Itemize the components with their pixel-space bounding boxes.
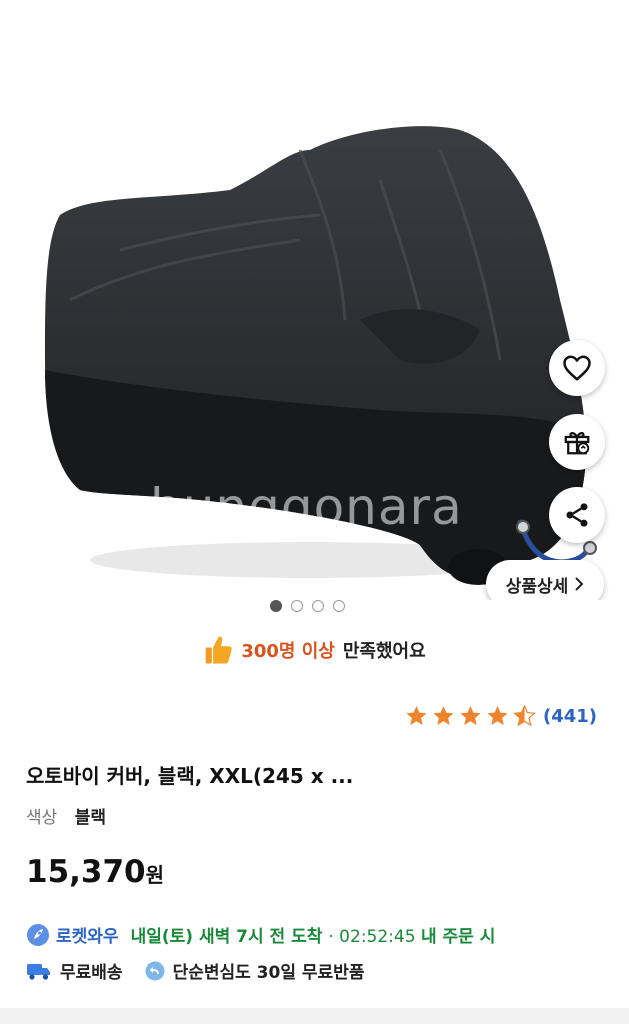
product-detail-button[interactable]: 상품상세 [486, 560, 604, 600]
product-title[interactable]: 오토바이 커버, 블랙, XXL(245 x ... [26, 760, 353, 789]
rocket-icon [27, 923, 49, 946]
product-detail-label: 상품상세 [505, 576, 569, 597]
product-image-area[interactable]: bunggonara 상품상세 [0, 0, 629, 600]
order-condition: 내 주문 시 [420, 927, 496, 947]
carousel-dot[interactable] [333, 600, 345, 612]
wishlist-button[interactable] [549, 340, 605, 396]
share-button[interactable] [549, 487, 605, 543]
review-count[interactable]: (441) [543, 706, 597, 727]
rocket-wow-label: 로켓와우 [56, 927, 119, 947]
satisfaction-text: 만족했어요 [342, 641, 426, 662]
star-icon [406, 706, 427, 725]
star-rating [404, 704, 537, 728]
truck-icon [27, 963, 50, 980]
half-star-icon [513, 704, 536, 727]
option-value: 블랙 [74, 808, 106, 828]
section-divider [0, 1008, 629, 1024]
free-shipping-label: 무료배송 [60, 963, 123, 983]
heart-icon [563, 355, 591, 381]
star-icon [460, 706, 481, 725]
carousel-dot[interactable] [312, 600, 324, 612]
price-amount: 15,370 [26, 854, 146, 890]
thumbs-up-icon [206, 636, 233, 664]
carousel-dot[interactable] [291, 600, 303, 612]
price-unit: 원 [145, 863, 165, 887]
rating-summary[interactable]: (441) [404, 704, 597, 728]
order-countdown: · 02:52:45 내 주문 시 [328, 922, 495, 947]
carousel-dot[interactable] [270, 600, 282, 612]
image-carousel-indicator[interactable] [270, 600, 345, 612]
star-icon [433, 706, 454, 725]
gift-icon [564, 431, 590, 455]
return-icon [145, 961, 165, 980]
satisfaction-count: 300명 이상 [241, 641, 335, 662]
chevron-right-icon [575, 577, 584, 591]
gift-button[interactable] [549, 414, 605, 470]
delivery-info: 로켓와우 내일(토) 새벽 7시 전 도착 · 02:52:45 내 주문 시 [26, 922, 495, 947]
product-option[interactable]: 색상 블랙 [26, 803, 106, 828]
satisfaction-banner: 300명 이상 만족했어요 [0, 634, 629, 666]
delivery-arrival: 내일(토) 새벽 7시 전 도착 [130, 927, 323, 947]
product-price: 15,370원 [26, 854, 164, 890]
shipping-benefits: 무료배송 단순변심도 30일 무료반품 [26, 958, 364, 983]
free-return-label: 단순변심도 30일 무료반품 [172, 963, 365, 983]
countdown-time: · 02:52:45 [328, 927, 421, 947]
option-label: 색상 [26, 808, 58, 828]
star-icon [487, 706, 508, 725]
share-icon [566, 503, 588, 527]
watermark-text: bunggonara [150, 478, 463, 536]
